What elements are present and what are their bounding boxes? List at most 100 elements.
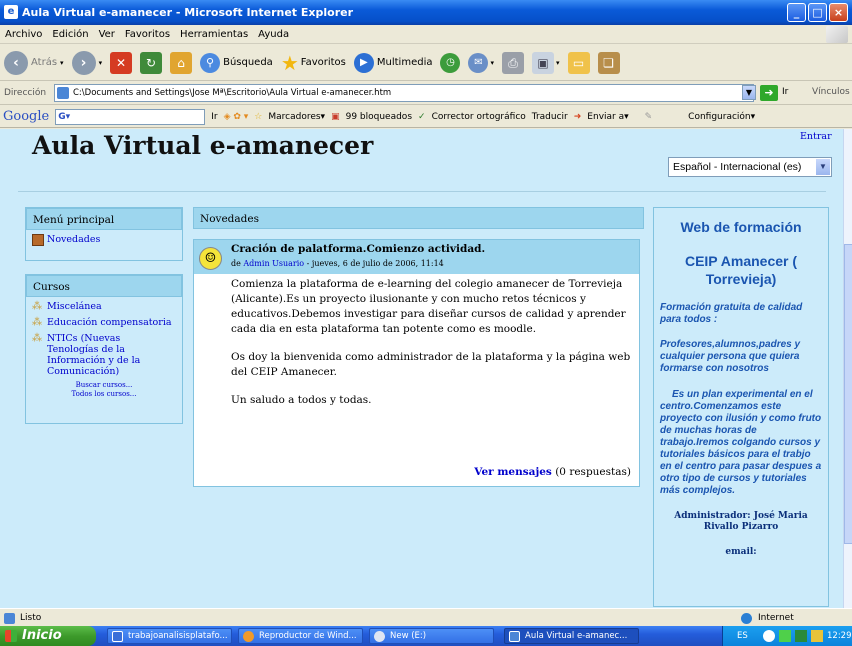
print-button[interactable]: ⎙: [502, 48, 524, 78]
post-meta: de Admin Usuario - jueves, 6 de julio de…: [231, 259, 444, 268]
post-footer: Ver mensajes (0 respuestas): [474, 466, 631, 478]
scrollbar-thumb[interactable]: [844, 244, 852, 544]
refresh-icon: ↻: [140, 51, 163, 74]
language-select[interactable]: Español - Internacional (es) ▼: [668, 157, 832, 177]
history-icon: ◷: [440, 52, 461, 73]
home-button[interactable]: ⌂: [170, 48, 193, 78]
tray-icon[interactable]: [763, 630, 775, 642]
back-button[interactable]: ‹ Atrás ▾: [4, 48, 64, 78]
send-to-button[interactable]: Enviar a▾: [587, 112, 628, 122]
address-bar: Dirección C:\Documents and Settings\Jose…: [0, 82, 852, 105]
info-block: Web de formación CEIP Amanecer ( Torrevi…: [653, 207, 829, 607]
course-item[interactable]: ⁂ Educación compensatoria: [26, 317, 182, 329]
maximize-button[interactable]: □: [808, 3, 827, 22]
page-done-icon: [4, 613, 15, 624]
info-paragraph: Formación gratuita de calidad para todos…: [660, 302, 803, 325]
taskbar-item-active[interactable]: Aula Virtual e-amanec...: [504, 628, 639, 644]
window-title: Aula Virtual e-amanecer - Microsoft Inte…: [22, 6, 354, 19]
info-paragraph: Profesores,alumnos,padres y cualquier pe…: [660, 339, 801, 374]
bookmark-star-icon: ☆: [254, 111, 263, 122]
search-button[interactable]: ⚲ Búsqueda: [200, 48, 273, 78]
main-menu-block: Menú principal Novedades: [25, 207, 183, 261]
info-paragraph: Es un plan experimental en el centro.Com…: [660, 389, 822, 496]
links-label[interactable]: Vínculos: [812, 87, 850, 97]
address-input[interactable]: C:\Documents and Settings\Jose Mª\Escrit…: [54, 84, 754, 102]
vertical-scrollbar[interactable]: [843, 129, 852, 608]
close-button[interactable]: ×: [829, 3, 848, 22]
main-menu-item-novedades[interactable]: Novedades: [26, 234, 182, 246]
google-go-button[interactable]: Ir: [211, 112, 217, 122]
menu-herramientas[interactable]: Herramientas: [175, 29, 253, 40]
tray-icon[interactable]: [795, 630, 807, 642]
favorites-button[interactable]: ★ Favoritos: [281, 48, 346, 78]
refresh-button[interactable]: ↻: [140, 48, 163, 78]
folder-button[interactable]: ▭: [567, 48, 590, 78]
login-link[interactable]: Entrar: [800, 131, 832, 142]
taskbar-item[interactable]: New (E:): [369, 628, 494, 644]
research-button[interactable]: ❏: [597, 48, 620, 78]
address-dropdown-button[interactable]: ▼: [742, 85, 756, 100]
google-logo[interactable]: Google: [3, 109, 49, 124]
media-button[interactable]: ▶ Multimedia: [353, 48, 432, 78]
header-divider: [18, 191, 826, 192]
all-courses-link[interactable]: Todos los cursos...: [26, 390, 182, 399]
forward-arrow-icon: ›: [71, 50, 96, 75]
send-icon: ➜: [573, 111, 582, 122]
admin-name: Administrador: José Maria Rivallo Pizarr…: [674, 511, 808, 532]
author-link[interactable]: Admin Usuario: [243, 259, 304, 268]
spellcheck-button[interactable]: Corrector ortográfico: [432, 112, 526, 122]
folder-icon: ▭: [567, 51, 590, 74]
page-icon: [57, 87, 69, 99]
user-avatar-icon[interactable]: ☺: [199, 247, 222, 270]
tray-icon[interactable]: [779, 630, 791, 642]
menu-archivo[interactable]: Archivo: [0, 29, 47, 40]
post-paragraph: Comienza la plataforma de e-learning del…: [231, 278, 626, 335]
menu-ayuda[interactable]: Ayuda: [253, 29, 294, 40]
minimize-button[interactable]: _: [787, 3, 806, 22]
system-tray: ES 12:29: [722, 626, 852, 646]
course-category-icon: ⁂: [32, 301, 42, 312]
edit-button[interactable]: ▣ ▾: [532, 48, 560, 78]
ie-icon: e: [4, 5, 18, 19]
course-category-icon: ⁂: [32, 333, 42, 344]
ie-icon: [509, 631, 520, 642]
menu-ver[interactable]: Ver: [94, 29, 120, 40]
windows-flag-icon: [5, 630, 17, 642]
go-button[interactable]: ➜: [760, 85, 778, 101]
translate-button[interactable]: Traducir: [532, 112, 568, 122]
course-item[interactable]: ⁂ Miscelánea: [26, 301, 182, 313]
menu-bar: Archivo Edición Ver Favoritos Herramientas Ay…: [0, 25, 852, 44]
settings-button[interactable]: Configuración▾: [688, 112, 755, 122]
mail-button[interactable]: ✉ ▾: [468, 48, 494, 78]
pencil-icon: ✎: [644, 111, 653, 122]
language-indicator[interactable]: ES: [737, 626, 748, 646]
course-item[interactable]: ⁂ NTICs (Nuevas Tenologías de la Informac…: [26, 333, 182, 377]
go-label[interactable]: Ir: [782, 87, 788, 97]
taskbar-item[interactable]: Reproductor de Wind...: [238, 628, 363, 644]
spellcheck-icon: ✓: [418, 111, 426, 122]
menu-edicion[interactable]: Edición: [47, 29, 93, 40]
stop-button[interactable]: ✕: [110, 48, 133, 78]
site-title: Aula Virtual e-amanecer: [32, 131, 374, 160]
mail-icon: ✉: [468, 52, 489, 73]
view-messages-link[interactable]: Ver mensajes: [474, 466, 552, 478]
google-search-input[interactable]: G▾: [55, 108, 206, 125]
history-button[interactable]: ◷: [440, 48, 461, 78]
tray-icon[interactable]: [811, 630, 823, 642]
windows-logo-icon: [826, 26, 848, 43]
google-icons[interactable]: ◈ ✿ ▾: [224, 112, 249, 122]
popups-blocked-button[interactable]: 99 bloqueados: [346, 112, 412, 122]
popup-blocker-icon: ▣: [331, 111, 340, 122]
post-title: Cración de palatforma.Comienzo actividad…: [231, 243, 486, 255]
forward-button[interactable]: › ▾: [71, 48, 102, 78]
status-text: Listo: [20, 613, 42, 623]
start-button[interactable]: Inicio: [0, 626, 96, 646]
taskbar-item[interactable]: trabajoanalisisplatafo...: [107, 628, 232, 644]
menu-favoritos[interactable]: Favoritos: [120, 29, 175, 40]
bookmarks-button[interactable]: Marcadores▾: [268, 112, 325, 122]
courses-title: Cursos: [26, 275, 182, 297]
edit-icon: ▣: [532, 51, 554, 74]
search-courses-link[interactable]: Buscar cursos...: [26, 381, 182, 390]
course-category-icon: ⁂: [32, 317, 42, 328]
chevron-down-icon[interactable]: ▼: [816, 159, 830, 175]
